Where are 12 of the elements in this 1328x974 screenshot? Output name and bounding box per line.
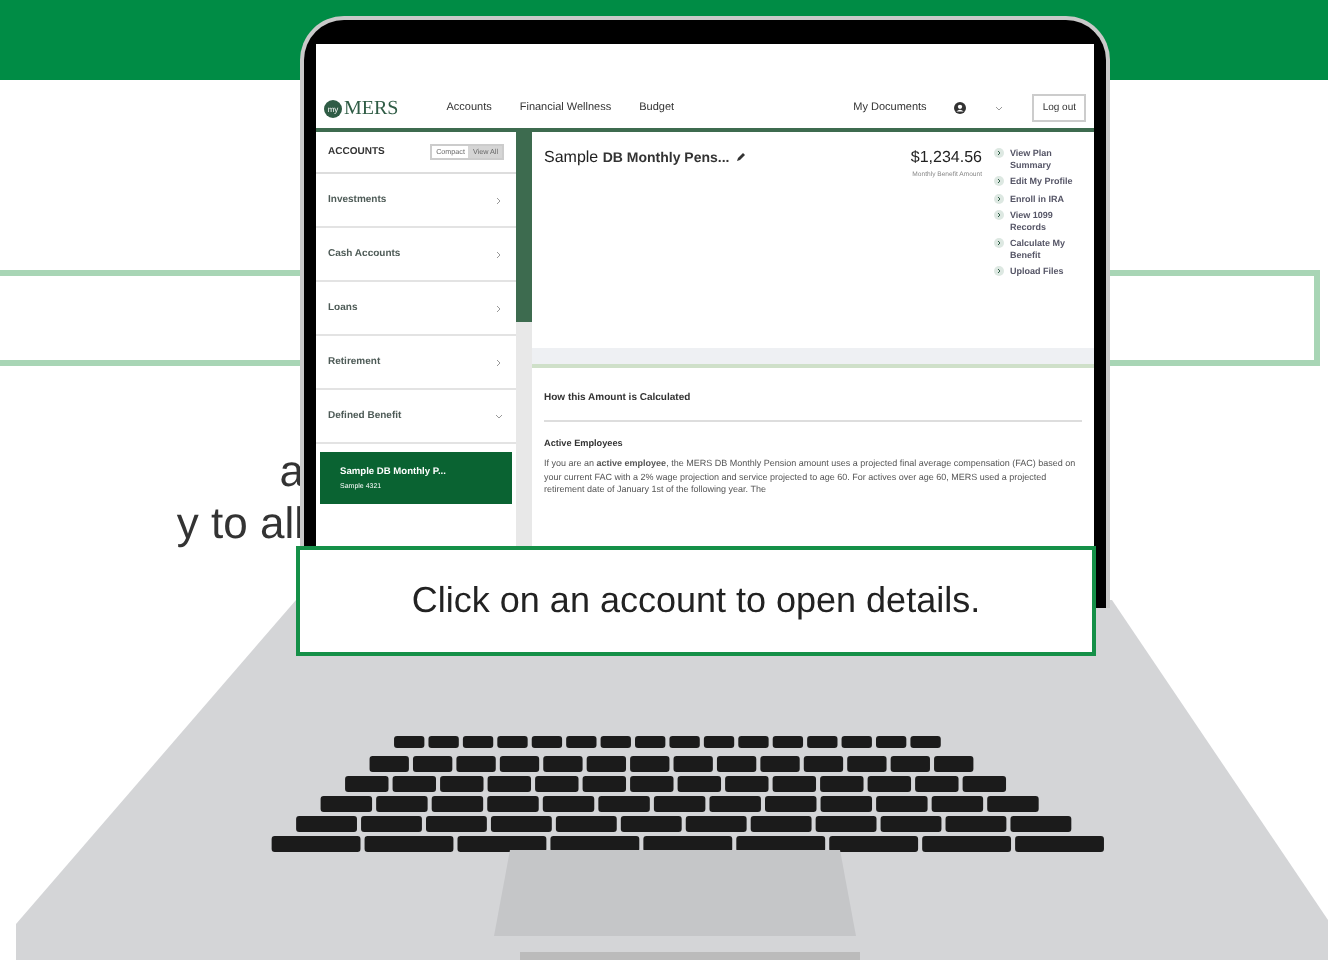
chevron-circle-icon	[994, 238, 1004, 248]
chevron-circle-icon	[994, 193, 1004, 203]
chevron-circle-icon	[994, 210, 1004, 220]
benefit-amount: $1,234.56	[910, 148, 982, 166]
logo: MERS	[344, 97, 399, 119]
chevron-circle-icon	[994, 176, 1004, 186]
pencil-icon[interactable]	[735, 152, 746, 162]
scrollbar-thumb[interactable]	[516, 132, 532, 322]
callout-text: Click on an account to open details.	[296, 546, 1096, 656]
chevron-circle-icon	[994, 266, 1004, 276]
user-icon[interactable]	[954, 102, 967, 114]
chevron-circle-icon	[994, 148, 1004, 158]
